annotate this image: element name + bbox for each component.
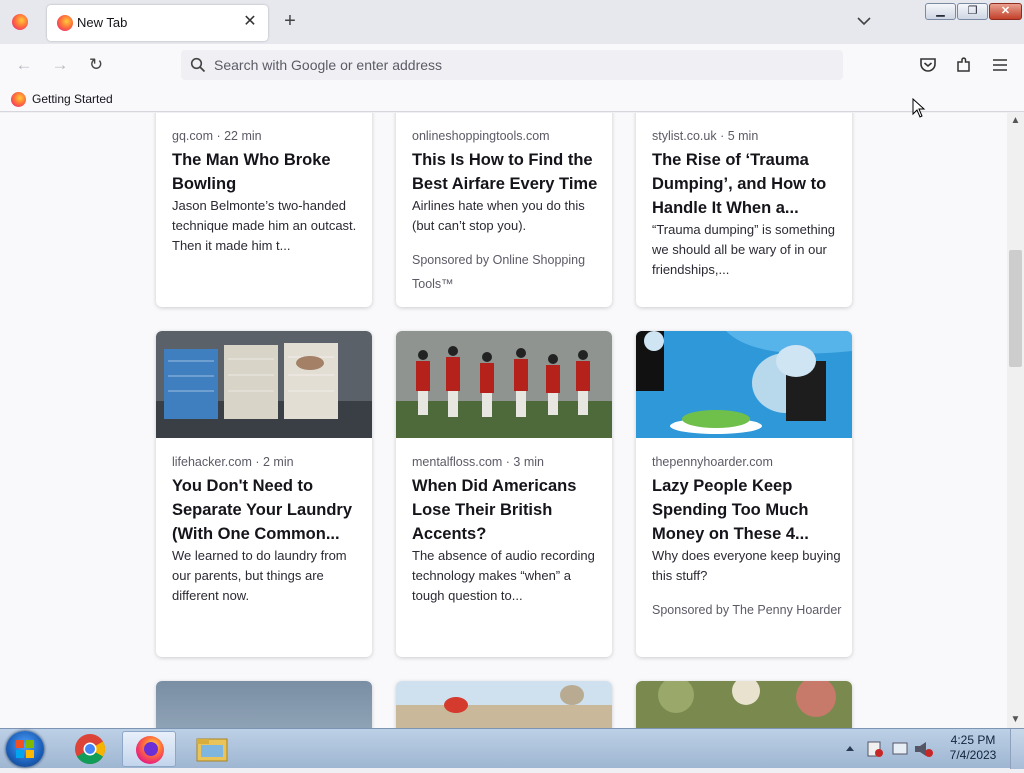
show-hidden-icons-icon	[846, 746, 854, 751]
story-title: This Is How to Find the Best Airfare Eve…	[412, 151, 598, 193]
forward-button[interactable]: →	[48, 54, 72, 76]
firefox-icon	[136, 736, 164, 764]
chrome-icon	[75, 734, 106, 765]
story-thumbnail-sky	[156, 681, 372, 728]
story-description: The absence of audio recording technolog…	[412, 548, 595, 603]
taskbar-file-explorer[interactable]	[185, 731, 239, 767]
reload-button[interactable]: ↻	[84, 54, 108, 76]
address-bar[interactable]	[181, 50, 843, 80]
story-description: Airlines hate when you do this (but can’…	[412, 198, 585, 233]
close-icon: ✕	[1000, 5, 1011, 17]
story-source: gq.com · 22 min	[172, 129, 262, 143]
hamburger-menu-icon[interactable]	[990, 55, 1010, 75]
browser-window: New Tab ✕ + ▁ ❐ ✕ ← → ↻ Getting Started …	[0, 0, 1024, 728]
mouse-cursor-icon	[912, 98, 926, 118]
story-thumbnail-redcoat-reenactors	[396, 331, 612, 438]
story-source: lifehacker.com · 2 min	[172, 455, 294, 469]
story-source: onlineshoppingtools.com	[412, 129, 550, 143]
close-window-button[interactable]: ✕	[989, 3, 1022, 20]
tab-new-tab[interactable]: New Tab ✕	[47, 5, 268, 41]
restore-button[interactable]: ❐	[957, 3, 988, 20]
address-input[interactable]	[214, 55, 814, 75]
tab-close-icon[interactable]: ✕	[240, 12, 260, 32]
bookmarks-toolbar: Getting Started	[0, 86, 1024, 112]
back-button[interactable]: ←	[12, 54, 36, 76]
story-source: stylist.co.uk · 5 min	[652, 129, 759, 143]
search-icon	[190, 57, 206, 73]
bookmark-label: Getting Started	[32, 92, 113, 106]
list-all-tabs-icon[interactable]	[855, 12, 873, 30]
scroll-up-icon[interactable]: ▲	[1007, 113, 1024, 129]
story-card[interactable]: thepennyhoarder.com Lazy People Keep Spe…	[636, 331, 852, 657]
pocket-icon[interactable]	[918, 55, 938, 75]
story-description: “Trauma dumping” is something we should …	[652, 222, 836, 277]
sponsored-label: Sponsored by Online Shopping Tools™	[412, 253, 586, 291]
extensions-icon[interactable]	[954, 55, 974, 75]
clock-date: 7/4/2023	[949, 748, 997, 762]
minimize-button[interactable]: ▁	[925, 3, 956, 20]
story-card[interactable]	[396, 681, 612, 728]
story-title: The Rise of ‘Trauma Dumping’, and How to…	[652, 151, 827, 217]
story-description: Why does everyone keep buying this stuff…	[652, 548, 841, 583]
firefox-bookmark-icon	[11, 92, 26, 107]
story-card[interactable]: mentalfloss.com · 3 min When Did America…	[396, 331, 612, 657]
story-thumbnail-cartoon-eating-money	[636, 331, 852, 438]
story-card[interactable]	[636, 681, 852, 728]
restore-icon: ❐	[967, 5, 978, 17]
story-thumbnail-garden	[636, 681, 852, 728]
minimize-icon: ▁	[936, 5, 945, 17]
story-title: You Don't Need to Separate Your Laundry …	[172, 477, 353, 543]
tab-strip: New Tab ✕ + ▁ ❐ ✕	[0, 0, 1024, 44]
story-title: Lazy People Keep Spending Too Much Money…	[652, 477, 809, 543]
vertical-scrollbar[interactable]: ▲ ▼	[1007, 113, 1024, 728]
show-desktop-button[interactable]	[1010, 729, 1024, 769]
new-tab-page: gq.com · 22 min The Man Who Broke Bowlin…	[0, 113, 1007, 728]
taskbar-chrome[interactable]	[63, 731, 117, 767]
story-description: Jason Belmonte’s two-handed technique ma…	[172, 198, 357, 253]
firefox-menu-icon[interactable]	[12, 14, 28, 30]
firefox-tab-icon	[57, 15, 73, 31]
navigation-toolbar: ← → ↻	[0, 44, 1024, 86]
windows-logo-icon	[16, 740, 34, 758]
tab-label: New Tab	[77, 15, 128, 30]
story-source: mentalfloss.com · 3 min	[412, 455, 544, 469]
story-card[interactable]: stylist.co.uk · 5 min The Rise of ‘Traum…	[636, 113, 852, 307]
sponsored-label: Sponsored by The Penny Hoarder	[652, 603, 842, 617]
taskbar-firefox[interactable]	[122, 731, 176, 767]
story-thumbnail-laundry-baskets	[156, 331, 372, 438]
new-tab-button[interactable]: +	[280, 11, 300, 31]
scrollbar-thumb[interactable]	[1009, 250, 1022, 367]
story-description: We learned to do laundry from our parent…	[172, 548, 347, 603]
scroll-down-icon[interactable]: ▼	[1007, 712, 1024, 728]
story-card[interactable]: lifehacker.com · 2 min You Don't Need to…	[156, 331, 372, 657]
story-source: thepennyhoarder.com	[652, 455, 773, 469]
story-thumbnail-venice	[396, 681, 612, 728]
story-card[interactable]	[156, 681, 372, 728]
story-title: When Did Americans Lose Their British Ac…	[412, 477, 577, 543]
story-title: The Man Who Broke Bowling	[172, 151, 331, 193]
system-clock[interactable]: 4:25 PM 7/4/2023	[946, 733, 1000, 763]
story-card[interactable]: onlineshoppingtools.com This Is How to F…	[396, 113, 612, 307]
taskbar: 4:25 PM 7/4/2023	[0, 728, 1024, 769]
clock-time: 4:25 PM	[950, 733, 996, 747]
story-card[interactable]: gq.com · 22 min The Man Who Broke Bowlin…	[156, 113, 372, 307]
start-button[interactable]	[6, 731, 44, 767]
folder-icon	[196, 738, 228, 762]
system-tray[interactable]	[843, 737, 943, 761]
